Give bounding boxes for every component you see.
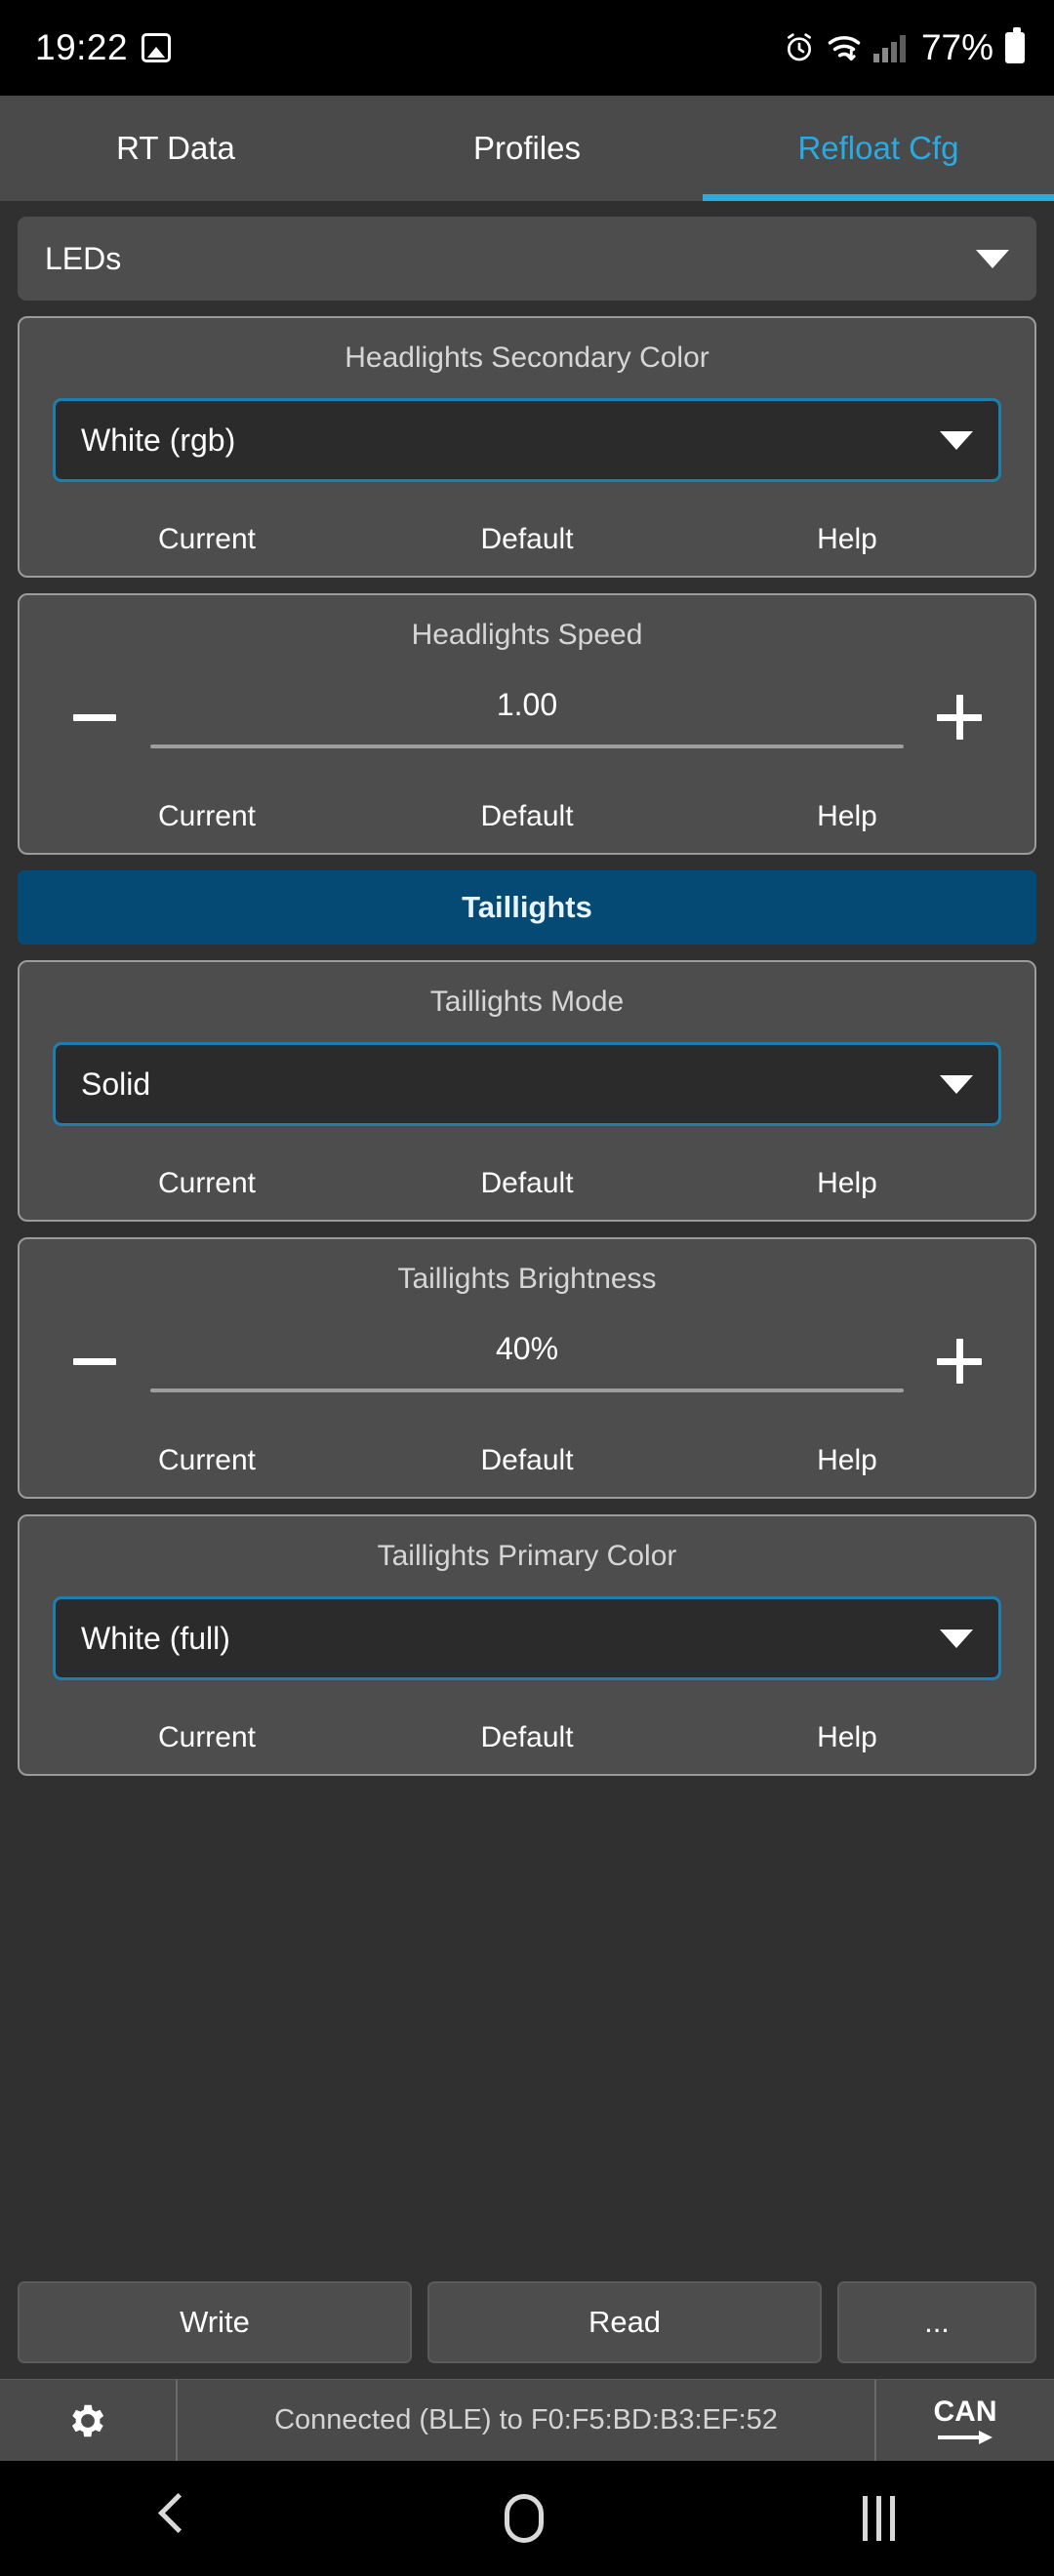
battery-percent-label: 77% [920,27,993,67]
headlights-speed-value: 1.00 [496,686,558,722]
current-button[interactable]: Current [47,523,367,556]
help-button[interactable]: Help [687,1167,1007,1200]
decrement-button[interactable] [53,675,137,759]
default-button[interactable]: Default [367,1721,687,1754]
setting-title: Taillights Mode [429,986,625,1018]
tab-rt-data[interactable]: RT Data [0,96,351,201]
can-forward-button[interactable]: CAN [876,2380,1054,2461]
home-icon[interactable] [504,2494,544,2543]
plus-icon [937,695,982,740]
tab-bar: RT Data Profiles Refloat Cfg [0,96,1054,201]
help-button[interactable]: Help [687,800,1007,833]
clock-time: 19:22 [35,27,129,67]
android-nav-bar [0,2461,1054,2576]
increment-button[interactable] [917,1319,1001,1403]
system-status-left: 19:22 [35,27,172,68]
tab-refloat-cfg-label: Refloat Cfg [797,130,959,166]
minus-icon [73,713,116,721]
plus-icon [937,1339,982,1384]
taillights-primary-color-dropdown[interactable]: White (full) [53,1596,1001,1680]
connection-status-text: Connected (BLE) to F0:F5:BD:B3:EF:52 [274,2404,778,2435]
back-icon[interactable] [160,2497,185,2540]
setting-actions-row: Current Default Help [39,1444,1015,1477]
wifi-icon [828,36,861,61]
taillights-brightness-value: 40% [495,1330,559,1366]
setting-title: Taillights Primary Color [377,1540,677,1572]
slider-track[interactable] [150,744,904,748]
help-button[interactable]: Help [687,1444,1007,1477]
chevron-down-icon [940,430,973,450]
chevron-down-icon [976,249,1009,268]
headlights-secondary-color-value: White (rgb) [81,422,236,458]
setting-actions-row: Current Default Help [39,800,1015,833]
bottom-button-row: Write Read ... [0,2268,1054,2379]
tab-profiles-label: Profiles [472,130,582,166]
slider-track[interactable] [150,1388,904,1392]
current-button[interactable]: Current [47,1444,367,1477]
image-icon [142,33,172,62]
signal-icon [872,33,906,62]
taillights-primary-color-value: White (full) [81,1620,230,1656]
config-group-dropdown[interactable]: LEDs [18,217,1036,301]
default-button[interactable]: Default [367,523,687,556]
decrement-button[interactable] [53,1319,137,1403]
system-status-bar: 19:22 77% [0,0,1054,96]
section-header-taillights[interactable]: Taillights [18,870,1036,945]
write-button[interactable]: Write [18,2281,412,2363]
read-button[interactable]: Read [427,2281,822,2363]
can-label: CAN [933,2395,997,2428]
setting-actions-row: Current Default Help [39,1167,1015,1200]
app-root: 19:22 77% RT Data Profiles Refloat Cfg L… [0,0,1054,2576]
help-button[interactable]: Help [687,1721,1007,1754]
help-button[interactable]: Help [687,523,1007,556]
setting-actions-row: Current Default Help [39,1721,1015,1754]
default-button[interactable]: Default [367,1167,687,1200]
tab-refloat-cfg[interactable]: Refloat Cfg [703,96,1054,201]
setting-title: Headlights Secondary Color [345,342,709,374]
increment-button[interactable] [917,675,1001,759]
headlights-secondary-color-dropdown[interactable]: White (rgb) [53,398,1001,482]
settings-button[interactable] [0,2380,178,2461]
headlights-speed-stepper: 1.00 [39,675,1015,759]
minus-icon [73,1357,116,1365]
taillights-mode-dropdown[interactable]: Solid [53,1042,1001,1126]
battery-icon [1005,27,1025,63]
taillights-brightness-slider[interactable]: 40% [137,1331,917,1392]
default-button[interactable]: Default [367,1444,687,1477]
config-group-value: LEDs [45,240,122,276]
setting-card-headlights-speed: Headlights Speed 1.00 Current Default He… [18,593,1036,855]
read-button-label: Read [588,2305,662,2339]
current-button[interactable]: Current [47,1721,367,1754]
setting-title: Taillights Brightness [397,1263,657,1295]
current-button[interactable]: Current [47,1167,367,1200]
arrow-right-icon [938,2430,993,2444]
setting-card-headlights-secondary-color: Headlights Secondary Color White (rgb) C… [18,316,1036,578]
more-options-button[interactable]: ... [837,2281,1036,2363]
setting-actions-row: Current Default Help [39,523,1015,556]
more-options-button-label: ... [924,2305,950,2339]
settings-scroll-area[interactable]: LEDs Headlights Secondary Color White (r… [0,201,1054,2268]
default-button[interactable]: Default [367,800,687,833]
tab-rt-data-label: RT Data [116,130,235,166]
write-button-label: Write [180,2305,250,2339]
connection-status-bar: Connected (BLE) to F0:F5:BD:B3:EF:52 CAN [0,2379,1054,2461]
setting-card-taillights-primary-color: Taillights Primary Color White (full) Cu… [18,1514,1036,1776]
current-button[interactable]: Current [47,800,367,833]
tab-profiles[interactable]: Profiles [351,96,703,201]
chevron-down-icon [940,1074,973,1094]
taillights-mode-value: Solid [81,1066,151,1102]
chevron-down-icon [940,1629,973,1648]
setting-card-taillights-brightness: Taillights Brightness 40% Current Defaul… [18,1237,1036,1499]
setting-card-taillights-mode: Taillights Mode Solid Current Default He… [18,960,1036,1222]
setting-title: Headlights Speed [411,619,643,651]
recents-icon[interactable] [862,2496,895,2541]
system-status-right: 77% [784,27,1025,68]
taillights-brightness-stepper: 40% [39,1319,1015,1403]
connection-status-text-cell[interactable]: Connected (BLE) to F0:F5:BD:B3:EF:52 [178,2380,876,2461]
section-header-label: Taillights [462,890,592,924]
gear-icon [71,2404,104,2436]
alarm-icon [787,33,811,61]
headlights-speed-slider[interactable]: 1.00 [137,687,917,748]
